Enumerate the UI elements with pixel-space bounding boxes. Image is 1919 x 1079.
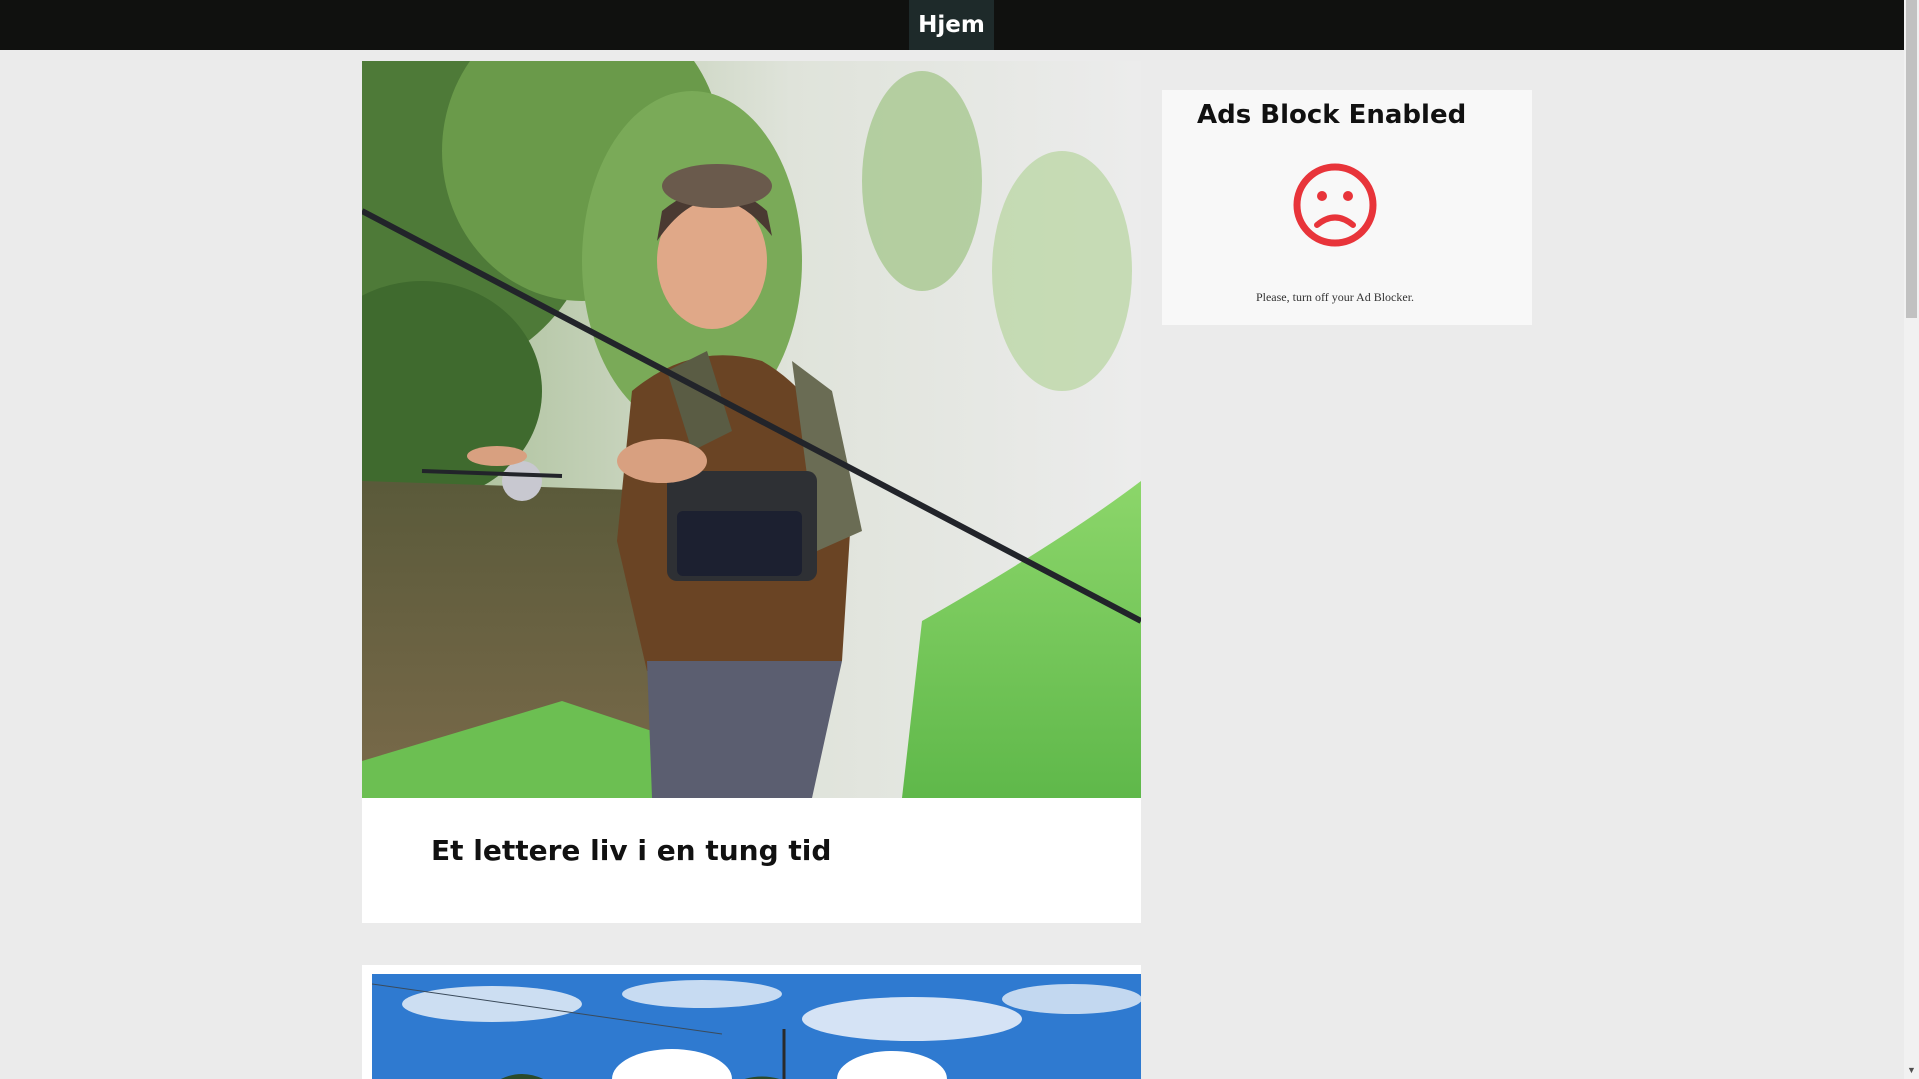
post-card [362, 965, 1141, 1079]
scrollbar-thumb[interactable] [1906, 0, 1917, 318]
fisherman-photo [362, 61, 1141, 798]
post-image[interactable] [372, 974, 1141, 1079]
page-scrollbar[interactable]: ▼ [1904, 0, 1919, 1079]
post-card: Et lettere liv i en tung tid [362, 61, 1141, 923]
sky-landscape-photo [372, 974, 1141, 1079]
post-title-link[interactable]: Et lettere liv i en tung tid [431, 834, 831, 867]
adblock-message: Please, turn off your Ad Blocker. [1255, 290, 1415, 304]
adblock-title: Ads Block Enabled [1197, 100, 1467, 130]
scroll-down-arrow-icon[interactable]: ▼ [1904, 1062, 1919, 1079]
sad-face-icon [1293, 163, 1377, 247]
post-image[interactable] [362, 61, 1141, 798]
top-navbar: Hjem [0, 0, 1904, 50]
nav-home-link[interactable]: Hjem [909, 0, 994, 50]
adblock-notice: Ads Block Enabled Please, turn off your … [1162, 90, 1532, 325]
